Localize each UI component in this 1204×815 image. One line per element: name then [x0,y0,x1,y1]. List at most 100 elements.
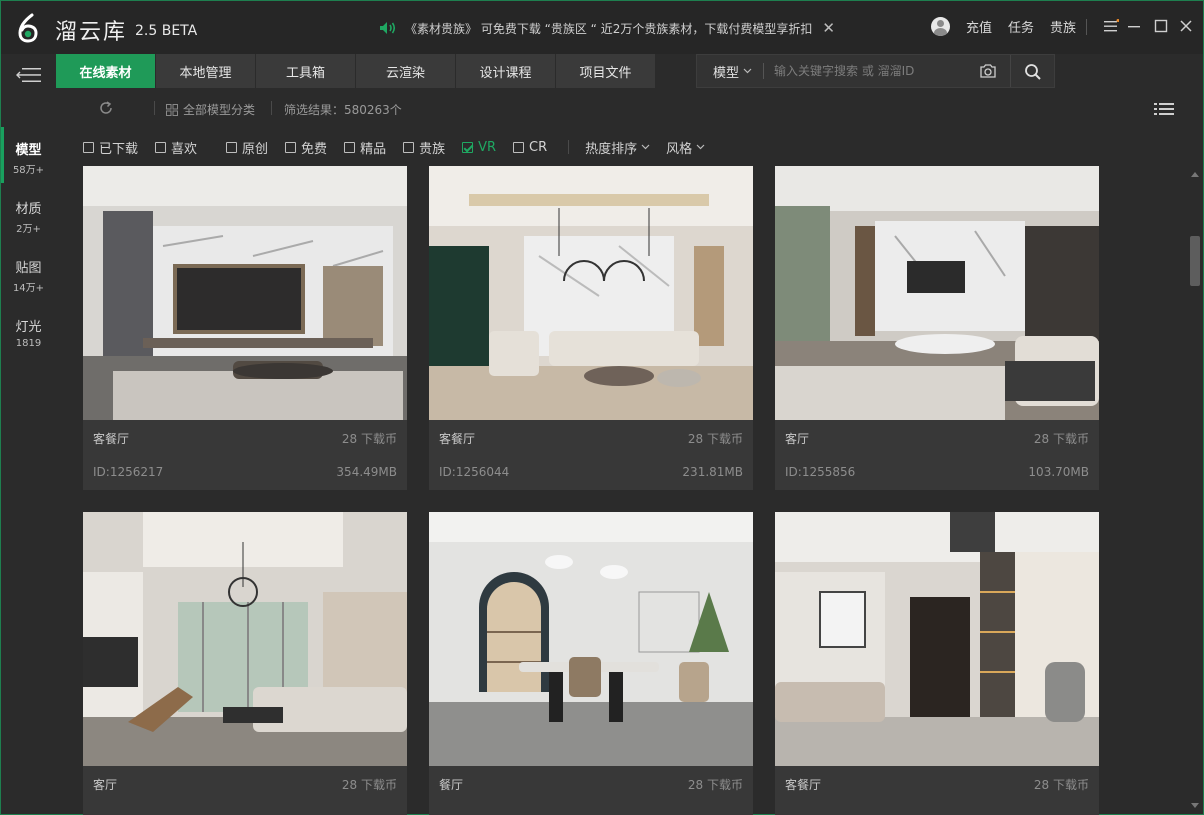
sidebar-item-light[interactable]: 灯光 1819 [1,300,56,359]
asset-price: 28 下载币 [341,432,397,446]
asset-card[interactable]: 客餐厅 28 下载币 ID:1256044 231.81MB [429,166,753,490]
scroll-up-icon[interactable] [1191,172,1199,177]
filter-label: 已下载 [99,141,139,157]
filter-vip[interactable]: 贵族 [403,138,445,157]
search-type-label: 模型 [713,65,740,81]
tab-cloud-render[interactable]: 云渲染 [356,54,455,88]
asset-thumbnail[interactable] [429,512,753,766]
asset-card[interactable]: 餐厅 28 下载币 [429,512,753,815]
breadcrumb-divider [154,101,155,115]
vertical-scrollbar[interactable] [1187,166,1203,814]
avatar[interactable] [931,17,950,36]
asset-card[interactable]: 客厅 28 下载币 [83,512,407,815]
announcement-close-icon[interactable]: ✕ [822,19,835,37]
announcement-text: 《素材贵族》 可免费下载 “贵族区 “ 近2万个贵族素材，下载付费模型享折扣 [405,21,813,36]
asset-card[interactable]: 客餐厅 28 下载币 ID:1256217 354.49MB [83,166,407,490]
asset-name: 客餐厅 [439,432,476,446]
collapse-menu-icon[interactable] [1,54,56,96]
asset-name: 客厅 [785,432,810,446]
all-categories-label: 全部模型分类 [183,103,256,117]
filter-free[interactable]: 免费 [285,138,327,157]
app-name: 溜云库 [55,20,128,45]
app-version: 2.5 BETA [135,23,198,39]
scroll-down-icon[interactable] [1191,803,1199,808]
scroll-thumb[interactable] [1190,236,1200,286]
menu-icon[interactable] [1100,15,1122,37]
style-dropdown[interactable]: 风格 [666,138,705,157]
checkbox[interactable] [403,141,415,153]
filter-original[interactable]: 原创 [226,138,268,157]
tab-online-assets[interactable]: 在线素材 [56,54,155,88]
checkbox-checked[interactable] [462,141,474,153]
chevron-down-icon [696,144,705,150]
tab-toolbox[interactable]: 工具箱 [256,54,355,88]
asset-card[interactable]: 客餐厅 28 下载币 [775,512,1099,815]
asset-price: 28 下载币 [1033,778,1089,792]
user-area: 充值 任务 贵族 [931,17,1076,36]
list-view-icon[interactable] [1154,102,1174,116]
asset-size: 354.49MB [336,465,397,479]
checkbox[interactable] [285,141,297,153]
camera-icon[interactable] [979,63,997,79]
search-box: 模型 [696,54,1055,88]
filter-downloaded[interactable]: 已下载 [83,138,138,157]
asset-size: 103.70MB [1028,465,1089,479]
search-icon[interactable] [1024,63,1042,81]
asset-thumbnail[interactable] [775,512,1099,766]
sidebar-item-count: 2万+ [16,224,41,235]
filter-label: VR [478,139,497,155]
chevron-down-icon [641,144,650,150]
checkbox[interactable] [226,141,238,153]
tab-project-files[interactable]: 项目文件 [556,54,655,88]
search-input[interactable] [764,56,964,86]
speaker-icon [380,22,396,34]
asset-thumbnail[interactable] [775,166,1099,420]
asset-price: 28 下载币 [1033,432,1089,446]
refresh-icon[interactable] [98,100,114,116]
sidebar-item-label: 材质 [15,202,42,217]
asset-price: 28 下载币 [341,778,397,792]
breadcrumb: 全部模型分类 筛选结果：580263个 [56,96,1186,122]
sidebar-item-count: 14万+ [12,283,45,294]
minimize-icon[interactable] [1123,15,1145,37]
asset-thumbnail[interactable] [83,166,407,420]
sort-dropdown[interactable]: 热度排序 [585,138,650,157]
search-type-select[interactable]: 模型 [697,62,763,81]
filter-liked[interactable]: 喜欢 [155,138,197,157]
asset-name: 餐厅 [439,778,464,792]
main-tabs: 在线素材 本地管理 工具箱 云渲染 设计课程 项目文件 [56,54,656,88]
sidebar-item-material[interactable]: 材质 2万+ [1,182,56,241]
asset-price: 28 下载币 [687,778,743,792]
asset-name: 客餐厅 [93,432,130,446]
filter-premium[interactable]: 精品 [344,138,386,157]
asset-price: 28 下载币 [687,432,743,446]
tab-design-courses[interactable]: 设计课程 [456,54,555,88]
sidebar-item-count: 58万+ [12,165,45,176]
asset-id: ID:1256044 [439,465,510,479]
sidebar-item-texture[interactable]: 贴图 14万+ [1,241,56,300]
maximize-icon[interactable] [1150,15,1172,37]
asset-size: 231.81MB [682,465,743,479]
announcement[interactable]: 《素材贵族》 可免费下载 “贵族区 “ 近2万个贵族素材，下载付费模型享折扣 ✕ [379,19,835,37]
recharge-link[interactable]: 充值 [966,17,992,36]
app-logo-icon [18,13,38,43]
close-icon[interactable] [1175,15,1197,37]
asset-name: 客厅 [93,778,118,792]
filter-label: 精品 [360,141,387,157]
tab-local-management[interactable]: 本地管理 [156,54,255,88]
checkbox[interactable] [513,141,525,153]
asset-thumbnail[interactable] [429,166,753,420]
checkbox[interactable] [344,141,356,153]
tasks-link[interactable]: 任务 [1008,17,1034,36]
sidebar-item-model[interactable]: 模型 58万+ [1,123,56,183]
filter-vr[interactable]: VR [462,140,496,155]
checkbox[interactable] [155,141,167,153]
filter-cr[interactable]: CR [513,140,547,155]
checkbox[interactable] [83,141,94,153]
app-window: 溜云库 2.5 BETA 《素材贵族》 可免费下载 “贵族区 “ 近2万个贵族素… [0,0,1204,815]
all-categories[interactable]: 全部模型分类 [166,101,255,118]
asset-thumbnail[interactable] [83,512,407,766]
search-divider [1010,55,1011,87]
asset-card[interactable]: 客厅 28 下载币 ID:1255856 103.70MB [775,166,1099,490]
vip-link[interactable]: 贵族 [1050,17,1076,36]
